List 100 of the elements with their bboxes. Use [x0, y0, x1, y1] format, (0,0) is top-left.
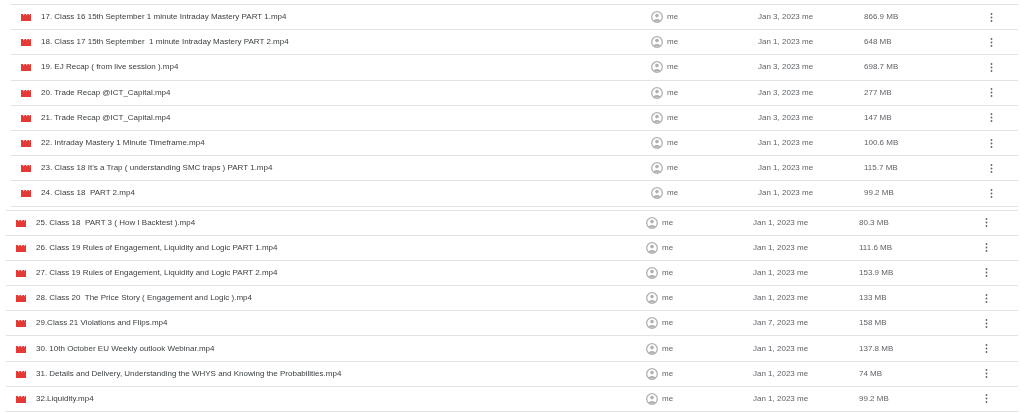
person-avatar-icon: [651, 36, 663, 49]
modified-date: Jan 1, 2023 me: [753, 392, 810, 405]
file-name: 19. EJ Recap ( from live session ).mp4: [41, 61, 180, 74]
owner-name: me: [667, 61, 679, 74]
more-options-icon[interactable]: [985, 293, 988, 303]
video-file-icon: [20, 164, 31, 173]
file-row[interactable]: 21. Trade Recap @ICT_Capital.mp4 me Jan 3, 2023 me 147 MB: [11, 105, 1018, 131]
video-file-icon: [20, 113, 31, 122]
file-name: 27. Class 19 Rules of Engagement, Liquidity and Logic PART 2.mp4: [36, 266, 279, 279]
person-avatar-icon: [651, 137, 663, 150]
person-avatar-icon: [646, 342, 658, 355]
owner-name: me: [662, 342, 674, 355]
more-options-icon[interactable]: [990, 37, 993, 47]
owner-name: me: [667, 162, 679, 175]
person-avatar-icon: [651, 187, 663, 200]
more-options-icon[interactable]: [990, 88, 993, 98]
file-row[interactable]: 20. Trade Recap @ICT_Capital.mp4 me Jan 3, 2023 me 277 MB: [11, 80, 1018, 106]
more-options-icon[interactable]: [990, 188, 993, 198]
file-row[interactable]: 28. Class 20 The Price Story ( Engagement and Logic ).mp4 me Jan 1, 2023 me 133 MB: [6, 286, 1018, 312]
owner-name: me: [662, 266, 674, 279]
file-row[interactable]: 32.Liquidity.mp4 me Jan 1, 2023 me 99.2 MB: [6, 386, 1018, 412]
more-options-icon[interactable]: [985, 218, 988, 228]
owner-name: me: [667, 187, 679, 200]
file-name: 25. Class 18 PART 3 ( How I Backtest ).mp4: [36, 216, 197, 229]
file-size: 133 MB: [859, 292, 888, 305]
owner-name: me: [662, 216, 674, 229]
file-name: 28. Class 20 The Price Story ( Engagement and Logic ).mp4: [36, 292, 253, 305]
file-row[interactable]: 31. Details and Delivery, Understanding the WHYS and Knowing the Probabilities.mp4 me Jan 1, 2023 me 74 MB: [6, 361, 1018, 387]
file-row[interactable]: 23. Class 18 It's a Trap ( understanding SMC traps ) PART 1.mp4 me Jan 1, 2023 me 115.7 MB: [11, 156, 1018, 182]
file-name: 20. Trade Recap @ICT_Capital.mp4: [41, 86, 172, 99]
more-options-icon[interactable]: [985, 394, 988, 404]
owner-name: me: [667, 11, 679, 24]
video-file-icon: [15, 344, 26, 353]
file-row[interactable]: 19. EJ Recap ( from live session ).mp4 me Jan 3, 2023 me 698.7 MB: [11, 55, 1018, 81]
person-avatar-icon: [646, 266, 658, 279]
owner-name: me: [667, 86, 679, 99]
modified-date: Jan 1, 2023 me: [753, 342, 810, 355]
video-file-icon: [15, 268, 26, 277]
file-size: 111.6 MB: [859, 241, 894, 254]
file-size: 866.9 MB: [864, 11, 900, 24]
modified-date: Jan 1, 2023 me: [753, 266, 810, 279]
file-size: 648 MB: [864, 36, 893, 49]
owner-name: me: [667, 36, 679, 49]
more-options-icon[interactable]: [985, 344, 988, 354]
file-row[interactable]: 29.Class 21 Violations and Flips.mp4 me Jan 7, 2023 me 158 MB: [6, 311, 1018, 337]
person-avatar-icon: [646, 392, 658, 405]
file-size: 80.3 MB: [859, 216, 890, 229]
owner-name: me: [667, 111, 679, 124]
file-row[interactable]: 24. Class 18 PART 2.mp4 me Jan 1, 2023 me 99.2 MB: [11, 181, 1018, 207]
file-row[interactable]: 17. Class 16 15th September 1 minute Intraday Mastery PART 1.mp4 me Jan 3, 2023 me 866.9 MB: [11, 5, 1018, 31]
file-size: 115.7 MB: [864, 162, 899, 175]
file-name: 30. 10th October EU Weekly outlook Webinar.mp4: [36, 342, 216, 355]
file-name: 24. Class 18 PART 2.mp4: [41, 187, 136, 200]
file-name: 22. Intraday Mastery 1 Minute Timeframe.mp4: [41, 137, 206, 150]
video-file-icon: [15, 243, 26, 252]
more-options-icon[interactable]: [985, 318, 988, 328]
video-file-icon: [20, 13, 31, 22]
person-avatar-icon: [646, 367, 658, 380]
file-row[interactable]: 25. Class 18 PART 3 ( How I Backtest ).mp4 me Jan 1, 2023 me 80.3 MB: [6, 210, 1018, 236]
owner-name: me: [662, 292, 674, 305]
modified-date: Jan 1, 2023 me: [753, 241, 810, 254]
file-name: 32.Liquidity.mp4: [36, 392, 95, 405]
more-options-icon[interactable]: [990, 138, 993, 148]
more-options-icon[interactable]: [985, 369, 988, 379]
file-size: 100.6 MB: [864, 137, 900, 150]
file-row[interactable]: 27. Class 19 Rules of Engagement, Liquidity and Logic PART 2.mp4 me Jan 1, 2023 me 153.9 MB: [6, 260, 1018, 287]
video-file-icon: [15, 319, 26, 328]
file-size: 277 MB: [864, 86, 893, 99]
video-file-icon: [15, 294, 26, 303]
file-name: 23. Class 18 It's a Trap ( understanding SMC traps ) PART 1.mp4: [41, 162, 274, 175]
more-options-icon[interactable]: [985, 268, 988, 278]
more-options-icon[interactable]: [990, 163, 993, 173]
video-file-icon: [20, 88, 31, 97]
modified-date: Jan 1, 2023 me: [753, 216, 810, 229]
file-size: 153.9 MB: [859, 266, 895, 279]
video-file-icon: [20, 38, 31, 47]
file-row[interactable]: 26. Class 19 Rules of Engagement, Liquidity and Logic PART 1.mp4 me Jan 1, 2023 me 111.6 MB: [6, 235, 1018, 261]
person-avatar-icon: [651, 162, 663, 175]
video-file-icon: [15, 394, 26, 403]
file-row[interactable]: 18. Class 17 15th September 1 minute Intraday Mastery PART 2.mp4 me Jan 1, 2023 me 648 MB: [11, 30, 1018, 56]
file-name: 17. Class 16 15th September 1 minute Intraday Mastery PART 1.mp4: [41, 11, 288, 24]
file-size: 99.2 MB: [864, 187, 895, 200]
file-name: 26. Class 19 Rules of Engagement, Liquidity and Logic PART 1.mp4: [36, 241, 279, 254]
person-avatar-icon: [646, 241, 658, 254]
file-size: 137.8 MB: [859, 342, 895, 355]
video-file-icon: [20, 139, 31, 148]
modified-date: Jan 1, 2023 me: [758, 137, 815, 150]
file-size: 99.2 MB: [859, 392, 890, 405]
video-file-icon: [15, 218, 26, 227]
more-options-icon[interactable]: [990, 113, 993, 123]
more-options-icon[interactable]: [990, 12, 993, 22]
modified-date: Jan 3, 2023 me: [758, 61, 815, 74]
more-options-icon[interactable]: [990, 62, 993, 72]
file-row[interactable]: 30. 10th October EU Weekly outlook Webinar.mp4 me Jan 1, 2023 me 137.8 MB: [6, 336, 1018, 362]
person-avatar-icon: [651, 111, 663, 124]
more-options-icon[interactable]: [985, 243, 988, 253]
person-avatar-icon: [651, 61, 663, 74]
owner-name: me: [662, 241, 674, 254]
owner-name: me: [662, 392, 674, 405]
file-row[interactable]: 22. Intraday Mastery 1 Minute Timeframe.mp4 me Jan 1, 2023 me 100.6 MB: [11, 130, 1018, 157]
